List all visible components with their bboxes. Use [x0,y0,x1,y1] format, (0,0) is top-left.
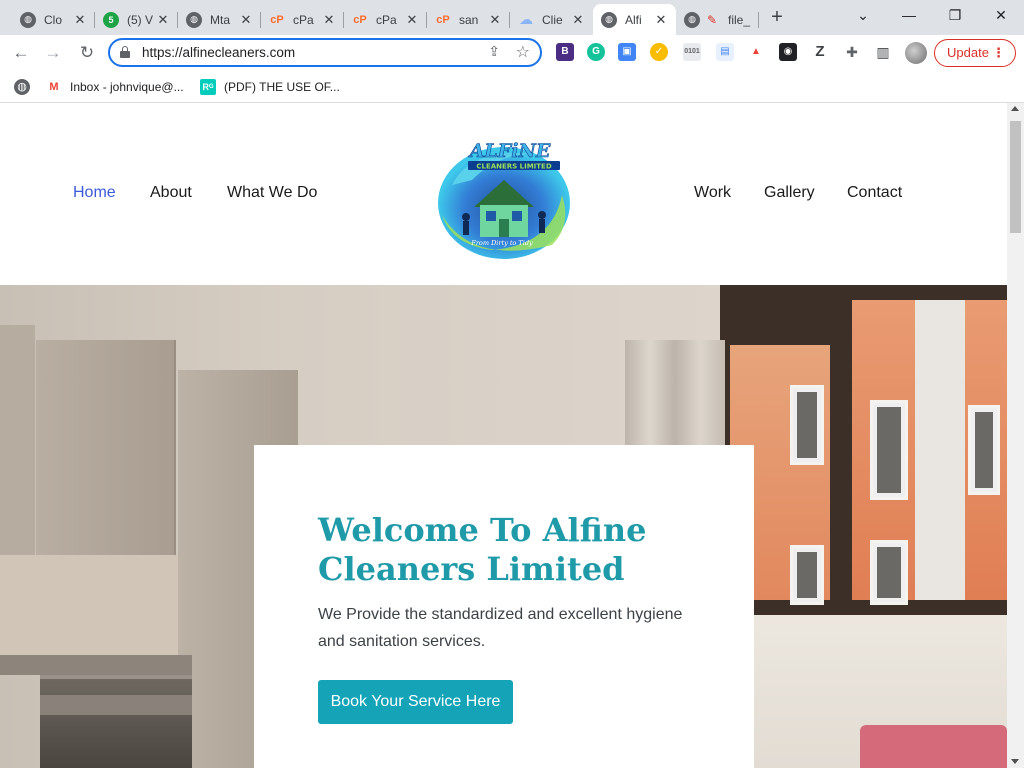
logo-subtitle-text: CLEANERS LIMITED [476,163,551,171]
green-s-icon: 5 [103,11,119,28]
bookmark-researchgate[interactable]: Rᴳ (PDF) THE USE OF... [200,77,340,97]
logo-tagline-text: From Dirty to Tidy [470,239,533,247]
browser-tab-strip: ◍ Clo ✕ 5 (5) V ✕ ◍ Mta ✕ cP cPa ✕ cP cP… [0,0,1024,35]
browser-tab[interactable]: ☁ Clie ✕ [510,4,593,35]
cloud-icon: ☁ [519,11,533,27]
document-extension-icon[interactable]: ▤ [716,43,734,61]
minimize-button[interactable]: — [887,4,931,26]
scroll-down-arrow-icon[interactable] [1011,759,1019,764]
globe-icon: ◍ [601,11,617,28]
close-tab-icon[interactable]: ✕ [405,12,419,28]
globe-icon: ◍ [20,11,36,28]
nav-home[interactable]: Home [73,184,116,202]
zotero-extension-icon[interactable]: Z [811,43,829,61]
docs-extension-icon[interactable]: ▣ [618,43,636,61]
book-service-button[interactable]: Book Your Service Here [318,680,513,724]
grammarly-extension-icon[interactable]: G [587,43,605,61]
close-tab-icon[interactable]: ✕ [571,12,585,28]
hero-title: Welcome To Alfine Cleaners Limited [318,511,647,588]
logo-brand-text: ALFiNE [468,140,551,162]
nav-work[interactable]: Work [694,184,731,202]
tab-title: Alfi [625,12,642,27]
side-panel-icon[interactable]: ▥ [874,43,892,61]
globe-icon: ◍ [14,79,30,95]
warning-extension-icon[interactable]: ▲ [747,43,765,61]
tab-title: file_ [728,12,751,27]
new-tab-button[interactable]: + [765,6,789,30]
browser-tab[interactable]: ◍ Clo ✕ [12,4,95,35]
restore-button[interactable]: ❐ [933,4,977,26]
close-tab-icon[interactable]: ✕ [322,12,336,28]
cpanel-icon: cP [436,13,450,26]
profile-avatar[interactable] [905,42,927,64]
browser-toolbar: ← → ↻ https://alfinecleaners.com ⇪ ☆ B G… [0,35,1024,71]
globe-icon: ◍ [684,11,700,28]
close-tab-icon[interactable]: ✕ [654,12,668,28]
tab-title: cPa [376,12,397,27]
address-bar[interactable]: https://alfinecleaners.com ⇪ ☆ [108,38,542,67]
browser-tab[interactable]: cP cPa ✕ [261,4,344,35]
github-extension-icon[interactable]: ◉ [779,43,797,61]
browser-tab[interactable]: cP san ✕ [427,4,510,35]
file-icon: ✎ [706,12,718,27]
browser-tab[interactable]: 5 (5) V ✕ [95,4,178,35]
share-icon[interactable]: ⇪ [488,43,500,60]
browser-tab[interactable]: cP cPa ✕ [344,4,427,35]
tab-search-chevron-icon[interactable]: ⌄ [841,4,885,26]
gmail-icon: M [49,81,59,93]
site-logo[interactable]: ALFiNE CLEANERS LIMITED From Dirty to Ti… [432,125,576,265]
bootstrap-extension-icon[interactable]: B [556,43,574,61]
tab-title: Clo [44,12,63,27]
hero-section: Welcome To Alfine Cleaners Limited We Pr… [0,285,1007,768]
update-button[interactable]: Update ⋮ [934,39,1016,67]
binary-extension-icon[interactable]: 0101 [683,43,701,61]
cpanel-icon: cP [353,13,367,26]
browser-tab-active[interactable]: ◍ Alfi ✕ [593,4,676,35]
nav-what-we-do[interactable]: What We Do [227,184,317,202]
nav-about[interactable]: About [150,184,192,202]
bookmark-gmail[interactable]: M Inbox - johnvique@... [46,77,184,97]
tab-title: san [459,12,479,27]
site-header: Home About What We Do ALFiNE CLEANERS LI… [0,103,1007,285]
bookmarks-bar: ◍ M Inbox - johnvique@... Rᴳ (PDF) THE U… [0,71,1024,103]
url-text[interactable]: https://alfinecleaners.com [142,45,295,60]
update-label: Update [947,45,989,60]
reload-button[interactable]: ↻ [74,40,100,66]
forward-button[interactable]: → [40,40,66,66]
scroll-up-arrow-icon[interactable] [1011,106,1019,111]
puzzle-extensions-icon[interactable]: ✚ [843,43,861,61]
close-tab-icon[interactable]: ✕ [73,12,87,28]
more-menu-icon: ⋮ [992,45,1005,60]
bookmark-globe[interactable]: ◍ [14,77,38,97]
bookmark-label: Inbox - johnvique@... [70,80,184,94]
researchgate-icon: Rᴳ [200,79,216,95]
close-tab-icon[interactable]: ✕ [239,12,253,28]
bookmark-label: (PDF) THE USE OF... [224,80,340,94]
browser-tab[interactable]: ◍ ✎ file_ [676,4,759,35]
close-tab-icon[interactable]: ✕ [156,12,170,28]
tab-title: Mta [210,12,231,27]
close-tab-icon[interactable]: ✕ [488,12,502,28]
tab-title: (5) V [127,12,154,27]
sync-extension-icon[interactable]: ✓ [650,43,668,61]
page-scrollbar[interactable] [1007,103,1024,768]
back-button[interactable]: ← [8,40,34,66]
lock-icon[interactable] [120,46,130,58]
bookmark-star-icon[interactable]: ☆ [516,42,530,62]
cpanel-icon: cP [270,13,284,26]
page-viewport: Home About What We Do ALFiNE CLEANERS LI… [0,103,1007,768]
globe-icon: ◍ [186,11,202,28]
hero-card: Welcome To Alfine Cleaners Limited We Pr… [254,445,754,768]
tab-title: cPa [293,12,314,27]
hero-subtitle: We Provide the standardized and excellen… [318,606,683,650]
nav-contact[interactable]: Contact [847,184,902,202]
tab-title: Clie [542,12,563,27]
nav-gallery[interactable]: Gallery [764,184,815,202]
scrollbar-thumb[interactable] [1010,121,1021,233]
browser-tab[interactable]: ◍ Mta ✕ [178,4,261,35]
close-window-button[interactable]: ✕ [979,4,1023,26]
